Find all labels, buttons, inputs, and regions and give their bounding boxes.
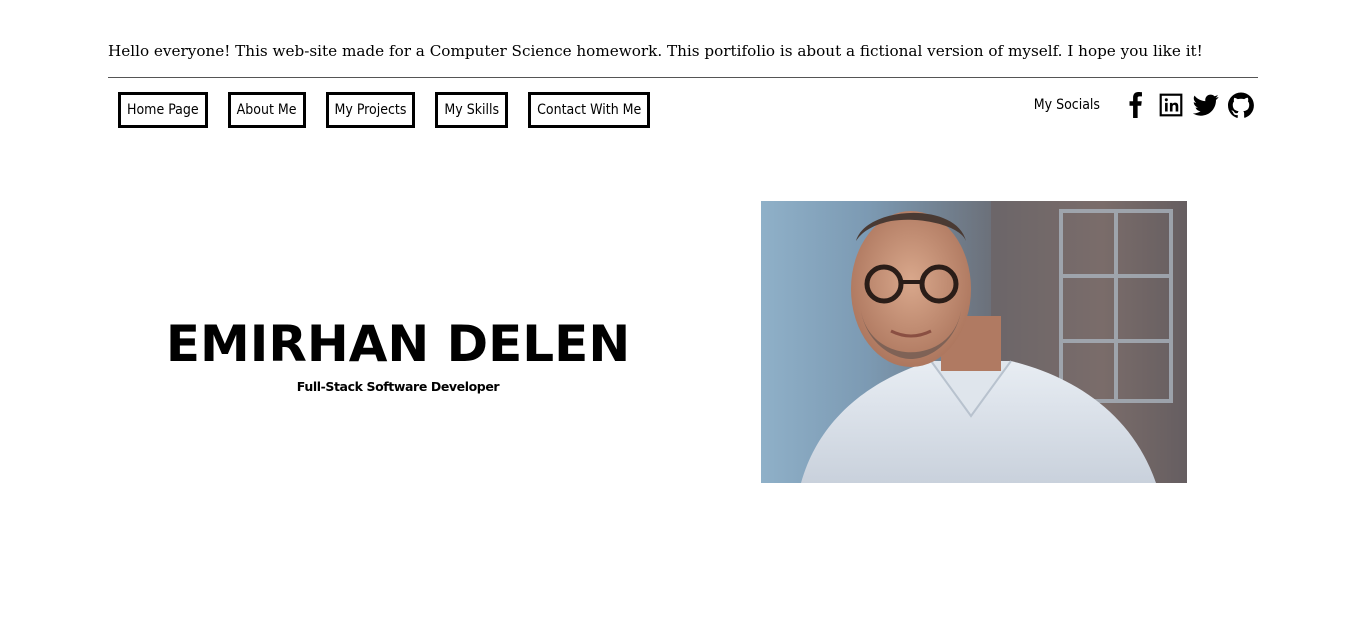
facebook-icon[interactable]: [1123, 92, 1149, 118]
socials-label: My Socials: [1033, 97, 1100, 113]
page: Hello everyone! This web-site made for a…: [0, 0, 1366, 625]
profile-photo: [761, 201, 1187, 483]
linkedin-icon[interactable]: [1158, 92, 1184, 118]
hero-subtitle: Full-Stack Software Developer: [296, 379, 500, 394]
socials-bar: My Socials: [1034, 90, 1254, 120]
divider: [108, 77, 1258, 78]
intro-text: Hello everyone! This web-site made for a…: [108, 42, 1203, 60]
nav-about-me-button[interactable]: About Me: [227, 92, 306, 128]
github-icon[interactable]: [1228, 92, 1254, 118]
nav-my-skills-button[interactable]: My Skills: [435, 92, 509, 128]
main-nav: Home Page About Me My Projects My Skills…: [118, 92, 651, 128]
nav-my-projects-button[interactable]: My Projects: [325, 92, 416, 128]
twitter-icon[interactable]: [1193, 92, 1219, 118]
nav-contact-button[interactable]: Contact With Me: [528, 92, 651, 128]
nav-home-page-button[interactable]: Home Page: [118, 92, 208, 128]
hero-name: EMIRHAN DELEN: [165, 315, 631, 373]
